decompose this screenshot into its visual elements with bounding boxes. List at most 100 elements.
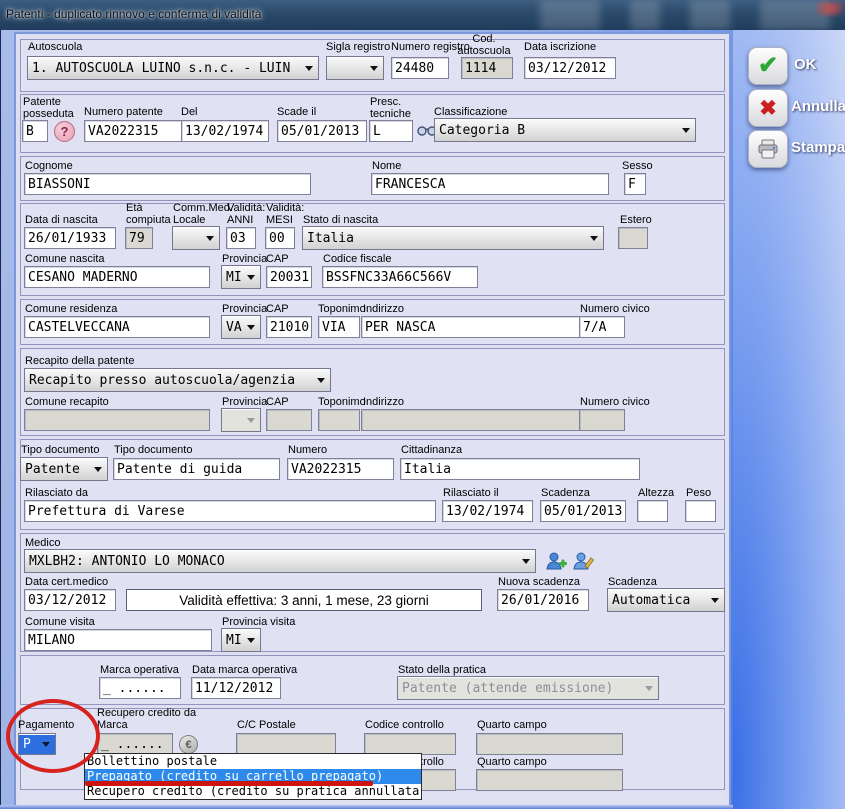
check-icon: ✔: [758, 54, 778, 78]
euro-icon[interactable]: €: [179, 735, 198, 754]
rilasciato-da-label: Rilasciato da: [25, 487, 88, 499]
medico-dropdown[interactable]: MXLBH2: ANTONIO LO MONACO: [24, 549, 536, 573]
data-marca-operativa-label: Data marca operativa: [192, 664, 297, 676]
nome-field[interactable]: FRANCESCA: [371, 173, 609, 195]
data-cert-medico-field[interactable]: 03/12/2012: [24, 589, 116, 611]
codice-fiscale-label: Codice fiscale: [323, 253, 391, 265]
numero-documento-label: Numero: [288, 444, 327, 456]
provincia-nascita-label: Provincia: [222, 253, 267, 265]
comune-visita-field[interactable]: MILANO: [24, 629, 212, 651]
add-medico-icon[interactable]: [545, 550, 567, 572]
toponimo-residenza-field[interactable]: VIA: [318, 316, 360, 338]
numero-registro-field[interactable]: 24480: [391, 57, 449, 79]
ok-button-label: OK: [794, 56, 817, 73]
scadenza-documento-field[interactable]: 05/01/2013: [540, 500, 626, 522]
titlebar-glass: [690, 0, 730, 30]
tipo-documento-field[interactable]: Patente di guida: [113, 458, 280, 480]
altezza-label: Altezza: [638, 487, 674, 499]
numero-documento-field[interactable]: VA2022315: [287, 458, 394, 480]
numero-civico-recapito-field: [579, 409, 625, 431]
tipo-documento-dropdown[interactable]: Patente: [20, 457, 108, 481]
stampa-button[interactable]: [748, 130, 788, 168]
titlebar[interactable]: Patenti - duplicato rinnovo e conferma d…: [0, 0, 845, 30]
data-marca-operativa-field[interactable]: 11/12/2012: [191, 677, 281, 699]
data-iscrizione-field[interactable]: 03/12/2012: [524, 57, 616, 79]
comune-residenza-field[interactable]: CASTELVECCANA: [24, 316, 210, 338]
rilasciato-da-field[interactable]: Prefettura di Varese: [24, 500, 436, 522]
ok-button[interactable]: ✔: [748, 47, 788, 85]
patenti-window: Patenti - duplicato rinnovo e conferma d…: [0, 0, 845, 809]
option-recupero-credito[interactable]: Recupero credito (credito su pratica ann…: [85, 784, 421, 799]
estero-field: [618, 227, 648, 249]
altezza-field[interactable]: [637, 500, 668, 522]
marca-operativa-field[interactable]: _ ......: [99, 677, 181, 699]
stato-nascita-dropdown[interactable]: Italia: [302, 226, 604, 250]
cap-residenza-field[interactable]: 21010: [266, 316, 312, 338]
chevron-down-icon: [247, 325, 255, 334]
scadenza-tipo-dropdown[interactable]: Automatica: [607, 588, 725, 612]
classificazione-dropdown[interactable]: Categoria B: [434, 118, 696, 142]
help-icon[interactable]: ?: [54, 121, 75, 142]
sigla-registro-label: Sigla registro: [326, 41, 390, 53]
titlebar-glass: [630, 0, 660, 30]
cap-recapito-field: [266, 409, 312, 431]
codice-fiscale-field[interactable]: BSSFNC33A66C566V: [322, 266, 478, 288]
codice-controllo-field: [364, 733, 456, 755]
rilasciato-il-field[interactable]: 13/02/1974: [442, 500, 533, 522]
provincia-visita-label: Provincia visita: [222, 616, 295, 628]
option-prepagato[interactable]: Prepagato (credito su carrello prepagato…: [85, 769, 421, 784]
pagamento-dropdown[interactable]: P: [18, 733, 56, 755]
validita-anni-field[interactable]: 03: [226, 227, 256, 249]
cc-postale-label: C/C Postale: [237, 719, 296, 731]
numero-patente-label: Numero patente: [84, 106, 163, 118]
provincia-visita-value: MI: [226, 633, 242, 648]
stato-pratica-label: Stato della pratica: [398, 664, 486, 676]
provincia-residenza-dropdown[interactable]: VA: [221, 315, 261, 339]
numero-civico-residenza-label: Numero civico: [580, 303, 650, 315]
numero-civico-residenza-field[interactable]: 7/A: [579, 316, 625, 338]
validita-effettiva-box: Validità effettiva: 3 anni, 1 mese, 23 g…: [126, 589, 482, 611]
annulla-button[interactable]: ✖: [748, 89, 788, 127]
peso-field[interactable]: [685, 500, 716, 522]
printer-icon: [757, 139, 779, 159]
provincia-visita-dropdown[interactable]: MI: [221, 628, 261, 652]
indirizzo-residenza-field[interactable]: PER NASCA: [361, 316, 589, 338]
patente-posseduta-field[interactable]: B: [22, 120, 48, 142]
chevron-down-icon: [247, 638, 255, 647]
chevron-down-icon: [590, 236, 598, 245]
edit-medico-icon[interactable]: [572, 550, 594, 572]
data-nascita-field[interactable]: 26/01/1933: [24, 227, 116, 249]
close-icon[interactable]: [817, 2, 843, 15]
classificazione-value: Categoria B: [439, 123, 525, 138]
cap-nascita-field[interactable]: 20031: [266, 266, 312, 288]
comune-recapito-label: Comune recapito: [25, 396, 109, 408]
rilasciato-il-label: Rilasciato il: [443, 487, 499, 499]
comune-recapito-field: [24, 409, 210, 431]
provincia-recapito-label: Provincia: [222, 396, 267, 408]
nuova-scadenza-label: Nuova scadenza: [498, 576, 580, 588]
cognome-field[interactable]: BIASSONI: [24, 173, 311, 195]
quarto-campo-2-label: Quarto campo: [477, 756, 547, 768]
pagamento-value: P: [23, 737, 31, 752]
cittadinanza-field[interactable]: Italia: [400, 458, 640, 480]
chevron-down-icon: [42, 742, 50, 751]
peso-label: Peso: [686, 487, 711, 499]
quarto-campo-label: Quarto campo: [477, 719, 547, 731]
nuova-scadenza-field[interactable]: 26/01/2016: [497, 589, 589, 611]
numero-patente-field[interactable]: VA2022315: [84, 120, 185, 142]
recapito-patente-dropdown[interactable]: Recapito presso autoscuola/agenzia: [24, 368, 331, 392]
option-bollettino-postale[interactable]: Bollettino postale: [85, 754, 421, 769]
medico-value: MXLBH2: ANTONIO LO MONACO: [29, 554, 225, 569]
chevron-down-icon: [247, 418, 255, 427]
autoscuola-dropdown[interactable]: 1. AUTOSCUOLA LUINO s.n.c. - LUIN: [27, 56, 319, 80]
validita-mesi-field[interactable]: 00: [265, 227, 295, 249]
comune-nascita-field[interactable]: CESANO MADERNO: [24, 266, 210, 288]
sigla-registro-dropdown[interactable]: [326, 56, 384, 80]
sesso-field[interactable]: F: [624, 173, 646, 195]
provincia-residenza-value: VA: [226, 320, 242, 335]
presc-tecniche-field[interactable]: L: [369, 120, 413, 142]
del-field[interactable]: 13/02/1974: [181, 120, 269, 142]
provincia-nascita-dropdown[interactable]: MI: [221, 265, 261, 289]
scade-il-field[interactable]: 05/01/2013: [277, 120, 367, 142]
comm-med-locale-dropdown[interactable]: [172, 226, 220, 250]
